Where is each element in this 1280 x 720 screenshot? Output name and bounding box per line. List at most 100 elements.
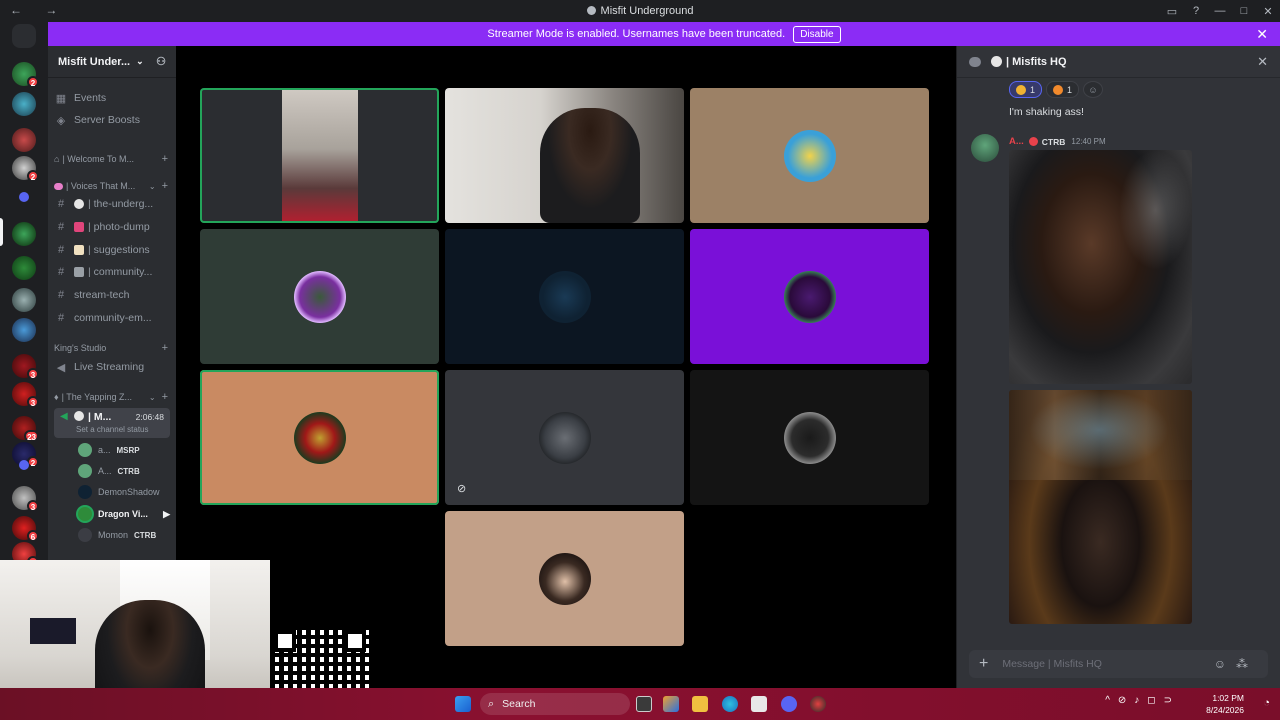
avatar-tile[interactable] [445, 229, 684, 364]
server-icon[interactable] [12, 222, 36, 246]
channel-the-underground[interactable]: # | the-underg... [54, 194, 170, 214]
add-channel-icon[interactable]: + [162, 391, 168, 403]
category-kings-studio[interactable]: King's Studio + [54, 341, 168, 355]
category-welcome[interactable]: ⌂ | Welcome To M... + [54, 152, 168, 166]
channel-community[interactable]: # | community... [54, 262, 170, 282]
avatar-tile[interactable] [690, 88, 929, 223]
chevron-down-icon: ⌄ [136, 56, 144, 66]
copilot-icon[interactable] [663, 696, 679, 712]
channel-stream-tech[interactable]: # stream-tech [54, 285, 170, 305]
speech-icon [74, 199, 84, 209]
image-attachment[interactable] [1009, 150, 1192, 384]
server-icon[interactable]: 2 [12, 156, 39, 182]
avatar-tile[interactable] [690, 229, 929, 364]
invite-icon[interactable]: ⚇ [156, 55, 166, 68]
inbox-icon[interactable]: ▭ [1160, 5, 1184, 18]
close-window-button[interactable]: ✕ [1256, 5, 1280, 18]
hash-icon: # [57, 221, 65, 233]
add-reaction-button[interactable]: ☺ [1083, 81, 1104, 98]
attach-plus-icon[interactable]: + [979, 655, 988, 673]
monitor-shape [30, 618, 76, 644]
hash-icon: # [57, 312, 65, 324]
voice-user[interactable]: Dragon Vi... ▶ [78, 505, 170, 523]
voice-user[interactable]: A... CTRB [78, 462, 170, 480]
category-voices[interactable]: | Voices That M... ⌄ + [54, 179, 168, 193]
voice-user[interactable]: Momon CTRB [78, 526, 170, 544]
avatar-tile[interactable] [690, 370, 929, 505]
avatar-tile[interactable] [200, 229, 439, 364]
maximize-button[interactable]: □ [1232, 5, 1256, 17]
chat-title: | Misfits HQ [1006, 55, 1067, 68]
file-explorer-icon[interactable] [692, 696, 708, 712]
edge-icon[interactable] [722, 696, 738, 712]
channel-suggestions[interactable]: # | suggestions [54, 240, 170, 260]
avatar-tile[interactable] [445, 511, 684, 646]
server-icon[interactable] [12, 128, 36, 152]
channel-live-streaming[interactable]: ◀ Live Streaming [54, 357, 170, 377]
server-icon[interactable] [12, 256, 36, 280]
skull-icon [74, 411, 84, 421]
windows-start-icon[interactable] [455, 696, 471, 712]
discord-taskbar-icon[interactable] [781, 696, 797, 712]
image-attachment[interactable] [1009, 390, 1192, 624]
emoji-apps-icons[interactable]: ☺⁂ [1214, 657, 1258, 671]
close-chat-icon[interactable]: ✕ [1257, 54, 1268, 70]
channel-label: | the-underg... [88, 198, 154, 210]
mention-badge: 23 [24, 430, 39, 442]
channel-photo-dump[interactable]: # | photo-dump [54, 217, 170, 237]
server-icon[interactable]: 3 [12, 486, 39, 512]
video-tile[interactable] [445, 88, 684, 223]
avatar[interactable] [971, 134, 999, 162]
avatar [538, 411, 591, 464]
message-composer[interactable]: + Message | Misfits HQ ☺⁂ [969, 650, 1268, 678]
taskbar-clock[interactable]: 1:02 PM 8/24/2026 [1206, 692, 1244, 716]
channel-community-em[interactable]: # community-em... [54, 308, 170, 328]
active-voice-channel[interactable]: ◀ | M... 2:06:48 Set a channel status [54, 408, 170, 438]
composer-placeholder[interactable]: Message | Misfits HQ [1002, 658, 1102, 670]
guild-header[interactable]: Misfit Under... ⌄ ⚇ [48, 46, 176, 78]
voice-user[interactable]: DemonShadow [78, 483, 170, 501]
fire-emoji-icon [1053, 84, 1064, 95]
system-tray[interactable]: ^⊘♪◻⊃ [1105, 695, 1180, 706]
server-icon[interactable]: 6 [12, 516, 39, 542]
store-icon[interactable] [751, 696, 767, 712]
taskbar-search[interactable]: ⌕ Search [480, 693, 630, 715]
help-icon[interactable]: ? [1184, 5, 1208, 17]
folder-icon[interactable] [19, 192, 29, 202]
reaction-button[interactable]: 1 [1009, 81, 1043, 98]
message-author[interactable]: A... [1009, 136, 1024, 147]
folder-icon[interactable] [19, 460, 29, 470]
channel-label: Live Streaming [74, 361, 145, 373]
notifications-icon[interactable]: ◔ [1263, 697, 1270, 709]
search-icon: ⌕ [488, 697, 495, 710]
server-icon[interactable]: 23 [12, 416, 39, 442]
add-channel-icon[interactable]: + [162, 342, 168, 354]
server-icon[interactable] [12, 92, 36, 116]
voice-user[interactable]: a... MSRP [78, 441, 170, 459]
direct-messages-icon[interactable] [12, 24, 36, 48]
banner-close-icon[interactable]: ✕ [1256, 26, 1268, 43]
server-icon[interactable]: 3 [12, 382, 39, 408]
add-channel-icon[interactable]: + [162, 180, 168, 192]
reaction-button[interactable]: 1 [1046, 81, 1080, 98]
task-view-icon[interactable] [636, 696, 652, 712]
voice-user-name: Momon [98, 530, 129, 540]
video-tile[interactable] [200, 88, 439, 223]
museum-icon: ⌂ [54, 154, 60, 164]
server-icon[interactable]: 2 [12, 62, 39, 88]
obs-icon[interactable] [810, 696, 826, 712]
add-channel-icon[interactable]: + [162, 153, 168, 165]
avatar [78, 464, 92, 478]
server-icon[interactable]: 3 [12, 354, 39, 380]
avatar-tile[interactable]: ⊘ [445, 370, 684, 505]
disable-button[interactable]: Disable [793, 25, 841, 43]
sidebar-item-server-boosts[interactable]: ◈ Server Boosts [54, 110, 170, 130]
avatar-tile[interactable] [200, 370, 439, 505]
grin-emoji-icon [1016, 84, 1026, 95]
category-yapping-zone[interactable]: ♦ | The Yapping Z... ⌄ + [54, 390, 168, 404]
server-icon[interactable] [12, 288, 36, 312]
minimize-button[interactable]: — [1208, 5, 1232, 17]
channel-status[interactable]: Set a channel status [76, 425, 149, 434]
sidebar-item-events[interactable]: ▦ Events [54, 88, 170, 108]
server-icon[interactable] [12, 318, 36, 342]
